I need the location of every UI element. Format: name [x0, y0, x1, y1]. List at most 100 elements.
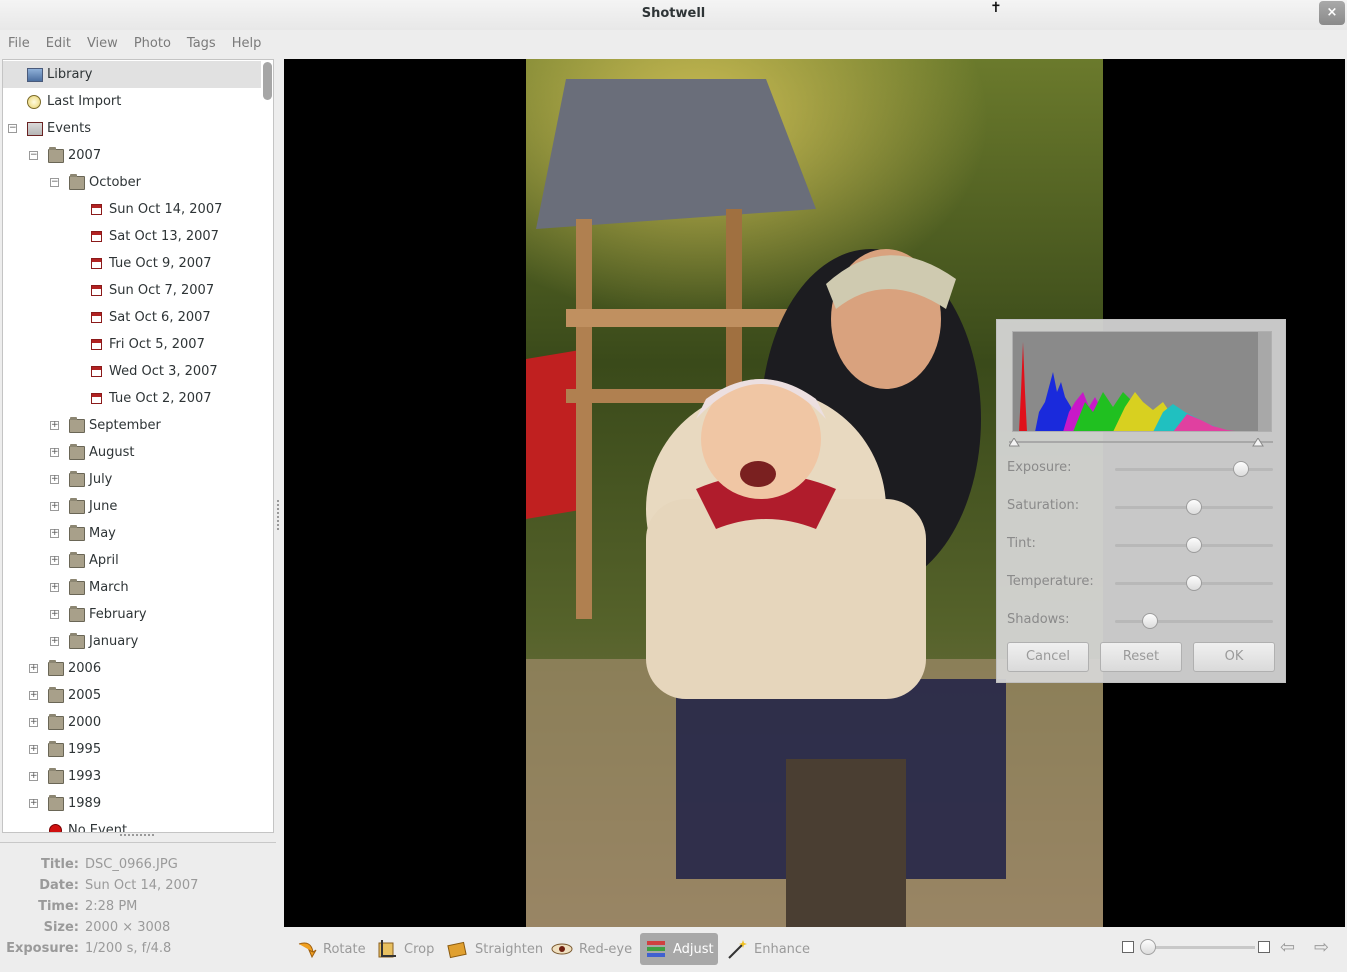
- sidebar-item-year[interactable]: +1995: [3, 736, 261, 763]
- sidebar-resize-handle[interactable]: [277, 500, 280, 530]
- sidebar-item-label: Events: [47, 121, 92, 136]
- slider-knob[interactable]: [1186, 537, 1202, 553]
- menu-edit[interactable]: Edit: [46, 31, 71, 57]
- next-photo-icon[interactable]: ⇨: [1314, 937, 1329, 958]
- slider-label: Temperature:: [1007, 574, 1094, 589]
- sidebar-item-october[interactable]: − October: [3, 169, 261, 196]
- events-icon: [27, 121, 43, 136]
- sidebar-item-event-day[interactable]: Wed Oct 3, 2007: [3, 358, 261, 385]
- sidebar-item-month[interactable]: + April: [3, 547, 261, 574]
- expand-icon[interactable]: +: [50, 583, 59, 592]
- sidebar-item-month[interactable]: + March: [3, 574, 261, 601]
- collapse-icon[interactable]: −: [29, 151, 38, 160]
- expand-icon[interactable]: +: [50, 637, 59, 646]
- reset-button[interactable]: Reset: [1100, 642, 1182, 672]
- sidebar-item-event-day[interactable]: Sat Oct 6, 2007: [3, 304, 261, 331]
- expand-icon[interactable]: +: [50, 529, 59, 538]
- sidebar-item-year[interactable]: +1993: [3, 763, 261, 790]
- zoom-slider-knob[interactable]: [1140, 939, 1156, 955]
- menu-help[interactable]: Help: [232, 31, 262, 57]
- edit-toolbar: Rotate Crop Straighten Red-eye Adjust En…: [284, 927, 1347, 972]
- sidebar-item-month[interactable]: + July: [3, 466, 261, 493]
- sidebar-item-no-event[interactable]: No Event: [3, 817, 261, 832]
- adjust-slider-row: Shadows:: [1007, 609, 1275, 633]
- sidebar-item-month[interactable]: + January: [3, 628, 261, 655]
- crop-tool-button[interactable]: Crop: [371, 933, 439, 965]
- pane-resize-handle[interactable]: [120, 834, 154, 839]
- tool-label: Straighten: [475, 941, 544, 957]
- menu-file[interactable]: File: [8, 31, 30, 57]
- rotate-tool-button[interactable]: Rotate: [290, 933, 371, 965]
- sidebar-item-label: 1989: [68, 796, 102, 811]
- zoom-out-icon[interactable]: [1122, 941, 1134, 953]
- sidebar-item-year[interactable]: +2000: [3, 709, 261, 736]
- sidebar-item-year[interactable]: +2006: [3, 655, 261, 682]
- zoom-in-icon[interactable]: [1258, 941, 1270, 953]
- expand-icon[interactable]: +: [29, 799, 38, 808]
- slider-knob[interactable]: [1141, 613, 1158, 629]
- slider-track[interactable]: [1115, 468, 1273, 471]
- sidebar-item-last-import[interactable]: Last Import: [3, 88, 261, 115]
- sidebar-item-month[interactable]: + June: [3, 493, 261, 520]
- sidebar-item-events[interactable]: − Events: [3, 115, 261, 142]
- sidebar-item-month[interactable]: + August: [3, 439, 261, 466]
- sidebar-item-month[interactable]: + February: [3, 601, 261, 628]
- sidebar-item-month[interactable]: + May: [3, 520, 261, 547]
- redeye-tool-button[interactable]: Red-eye: [546, 933, 637, 965]
- clock-icon: [27, 94, 41, 109]
- sidebar-item-event-day[interactable]: Tue Oct 2, 2007: [3, 385, 261, 412]
- expand-icon[interactable]: +: [29, 745, 38, 754]
- expand-icon[interactable]: +: [29, 772, 38, 781]
- collapse-icon[interactable]: −: [8, 124, 17, 133]
- expand-icon[interactable]: +: [50, 475, 59, 484]
- info-key: Title:: [40, 857, 79, 872]
- zoom-slider[interactable]: [1147, 946, 1255, 949]
- folder-icon: [48, 146, 64, 163]
- scrollbar-thumb[interactable]: [263, 62, 272, 100]
- sidebar-item-event-day[interactable]: Tue Oct 9, 2007: [3, 250, 261, 277]
- expand-icon[interactable]: +: [29, 691, 38, 700]
- sidebar-item-label: 2005: [68, 688, 102, 703]
- sidebar-scrollbar[interactable]: [263, 62, 272, 832]
- slider-track[interactable]: [1115, 620, 1273, 623]
- sidebar-item-event-day[interactable]: Fri Oct 5, 2007: [3, 331, 261, 358]
- expand-icon[interactable]: +: [50, 448, 59, 457]
- expand-icon[interactable]: +: [50, 502, 59, 511]
- adjust-tool-button[interactable]: Adjust: [640, 933, 718, 965]
- ok-button[interactable]: OK: [1193, 642, 1275, 672]
- expand-icon[interactable]: +: [50, 610, 59, 619]
- slider-knob[interactable]: [1186, 499, 1202, 515]
- menu-tags[interactable]: Tags: [187, 31, 216, 57]
- sidebar-item-label: January: [89, 634, 139, 649]
- library-icon: [27, 67, 43, 82]
- sidebar-item-label: Tue Oct 9, 2007: [109, 256, 212, 271]
- collapse-icon[interactable]: −: [50, 178, 59, 187]
- calendar-icon: [91, 312, 102, 323]
- info-exposure-row: Exposure: 1/200 s, f/4.8: [0, 941, 276, 962]
- enhance-tool-button[interactable]: Enhance: [721, 933, 815, 965]
- slider-label: Saturation:: [1007, 498, 1080, 513]
- slider-knob[interactable]: [1233, 461, 1250, 477]
- adjust-slider-row: Exposure:: [1007, 457, 1275, 481]
- sidebar-item-month[interactable]: + September: [3, 412, 261, 439]
- previous-photo-icon[interactable]: ⇦: [1280, 937, 1295, 958]
- expand-icon[interactable]: +: [29, 718, 38, 727]
- expand-icon[interactable]: +: [29, 664, 38, 673]
- slider-knob[interactable]: [1186, 575, 1202, 591]
- straighten-tool-button[interactable]: Straighten: [442, 933, 548, 965]
- sidebar-item-year[interactable]: +1989: [3, 790, 261, 817]
- expand-icon[interactable]: +: [50, 556, 59, 565]
- sidebar-item-year[interactable]: +2005: [3, 682, 261, 709]
- sidebar-item-label: Library: [47, 67, 93, 82]
- histogram-range-slider[interactable]: [1008, 437, 1273, 447]
- sidebar-item-event-day[interactable]: Sun Oct 7, 2007: [3, 277, 261, 304]
- sidebar-item-library[interactable]: Library: [3, 61, 261, 88]
- menu-view[interactable]: View: [87, 31, 118, 57]
- menu-photo[interactable]: Photo: [134, 31, 171, 57]
- sidebar-item-year-2007[interactable]: − 2007: [3, 142, 261, 169]
- sidebar-item-event-day[interactable]: Sat Oct 13, 2007: [3, 223, 261, 250]
- close-window-button[interactable]: ×: [1319, 1, 1345, 25]
- sidebar-item-event-day[interactable]: Sun Oct 14, 2007: [3, 196, 261, 223]
- expand-icon[interactable]: +: [50, 421, 59, 430]
- cancel-button[interactable]: Cancel: [1007, 642, 1089, 672]
